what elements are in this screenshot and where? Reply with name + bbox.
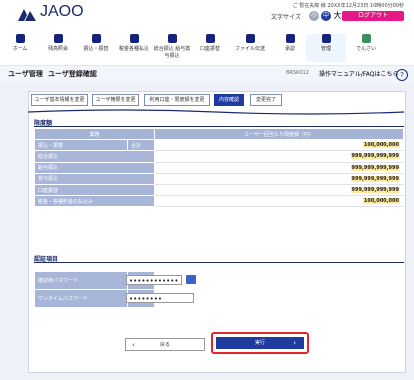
auth-table: 確認用パスワード 必須 ワンタイムパスワード 必須 — [34, 271, 404, 308]
row-label: 賞与振込 — [34, 172, 155, 185]
nav-transfer[interactable]: 振込・振替 — [76, 34, 116, 52]
transfer-icon — [91, 34, 101, 43]
file-icon — [245, 34, 255, 43]
nav-file[interactable]: ファイル伝送 — [228, 34, 272, 52]
row-value: 999,999,999,999 — [350, 153, 400, 160]
document-icon — [53, 34, 63, 43]
help-icon[interactable]: ? — [396, 69, 408, 81]
confirm-password-input[interactable]: •••••••••••• — [126, 275, 182, 285]
admin-icon — [321, 34, 331, 43]
row-value: 999,999,999,999 — [350, 175, 400, 182]
manual-link[interactable]: 操作マニュアル/FAQはこちら — [319, 69, 398, 78]
nav-label: でんさい — [355, 46, 376, 52]
font-small-button[interactable]: 小 — [309, 11, 319, 21]
nav-label: ファイル伝送 — [234, 46, 265, 52]
step-complete: 変更完了 — [250, 94, 282, 106]
densai-icon — [361, 34, 371, 43]
onetime-password-label: ワンタイムパスワード — [34, 289, 128, 308]
nav-label: 総合振込 給与賞与振込 — [153, 46, 191, 59]
execute-button[interactable]: 実行 › — [216, 337, 304, 349]
step-accounts: 利用口座・限度額を変更 — [144, 94, 210, 106]
tax-icon — [129, 34, 139, 43]
table-row: ワンタイムパスワード 必須 — [34, 289, 404, 308]
row-label: 給与振込 — [34, 161, 155, 174]
back-button-label: 戻る — [159, 342, 170, 348]
font-medium-button[interactable]: 中 — [321, 11, 331, 21]
row-value: 100,000,000 — [362, 142, 400, 149]
nav-label: 口座振替 — [199, 46, 220, 52]
row-label: 振込・振替 — [34, 139, 128, 152]
chevron-right-icon: › — [293, 339, 296, 347]
row-label: 税金・各種料金の払込み — [34, 195, 155, 208]
table-row: 総合振込 999,999,999,999 — [34, 150, 404, 163]
confirm-password-label: 確認用パスワード — [34, 271, 128, 290]
payroll-icon — [167, 34, 177, 43]
debit-icon — [205, 34, 215, 43]
row-value: 999,999,999,999 — [350, 187, 400, 194]
nav-debit[interactable]: 口座振替 — [190, 34, 230, 52]
step-permissions: ユーザ権限を変更 — [92, 94, 139, 106]
back-button[interactable]: ‹ 戻る — [125, 338, 205, 351]
table-row: 確認用パスワード 必須 — [34, 271, 404, 290]
nav-approve[interactable]: 承認 — [270, 34, 310, 52]
table-row: 口座振替 999,999,999,999 — [34, 183, 404, 197]
col-type-header: 業務 — [34, 127, 155, 141]
nav-label: ホーム — [12, 46, 28, 52]
page-title-bar: ユーザ管理 ユーザ登録確認 BRSK012 操作マニュアル/FAQはこちら ? — [0, 66, 414, 85]
global-nav: ホーム 残高照会 振込・振替 税金各種払込 総合振込 給与賞与振込 口座振替 フ… — [0, 30, 414, 66]
row-value: 999,999,999,999 — [350, 164, 400, 171]
page-title: ユーザ登録確認 — [48, 70, 97, 78]
brand-name: JAOO — [40, 3, 84, 20]
limits-table: 業務 ユーザ一回当たり限度額（円） 振込・振替 合計 100,000,000 総… — [34, 127, 404, 208]
logo — [18, 6, 38, 21]
nav-label: 残高照会 — [47, 46, 68, 52]
table-row: 振込・振替 合計 100,000,000 — [34, 139, 404, 152]
section-divider — [34, 262, 404, 263]
row-label: 総合振込 — [34, 150, 155, 163]
row-label: 口座振替 — [34, 183, 155, 197]
screen-code: BRSK012 — [286, 70, 309, 76]
nav-label: 振込・振替 — [83, 46, 109, 52]
table-row: 賞与振込 999,999,999,999 — [34, 172, 404, 185]
font-size-label: 文字サイズ — [271, 14, 301, 21]
software-keyboard-icon[interactable] — [186, 275, 196, 284]
approve-icon — [285, 34, 295, 43]
nav-label: 承認 — [284, 46, 295, 52]
nav-label: 税金各種払込 — [118, 46, 149, 52]
home-icon — [15, 34, 25, 43]
chevron-left-icon: ‹ — [132, 341, 135, 349]
nav-home[interactable]: ホーム — [0, 34, 40, 52]
logout-button[interactable]: ログアウト — [342, 11, 404, 21]
row-sub-label: 合計 — [127, 139, 155, 152]
font-large-button[interactable]: 大 — [333, 11, 342, 21]
execute-button-label: 実行 — [254, 340, 265, 346]
table-row: 給与振込 999,999,999,999 — [34, 161, 404, 174]
onetime-password-input[interactable]: •••••••• — [126, 293, 194, 303]
nav-admin[interactable]: 管理 — [306, 34, 346, 62]
step-basic-info: ユーザ基本情報を変更 — [31, 94, 88, 106]
execute-highlight: 実行 › — [211, 332, 309, 354]
table-row: 税金・各種料金の払込み 100,000,000 — [34, 195, 404, 208]
nav-balance[interactable]: 残高照会 — [38, 34, 78, 52]
nav-tax[interactable]: 税金各種払込 — [114, 34, 154, 52]
section-name: ユーザ管理 — [8, 70, 43, 78]
row-value: 100,000,000 — [362, 198, 400, 205]
nav-densai[interactable]: でんさい — [346, 34, 386, 52]
col-limit-header: ユーザ一回当たり限度額（円） — [154, 127, 404, 141]
user-info: ご 暫在夫郎 様 20XX年12月23日 10時00分00秒 — [292, 3, 404, 9]
step-confirm: 内容確認 — [214, 94, 244, 106]
section-divider — [34, 126, 404, 127]
nav-payroll[interactable]: 総合振込 給与賞与振込 — [152, 34, 192, 59]
nav-label: 管理 — [320, 46, 331, 52]
divider-wave — [28, 109, 404, 115]
